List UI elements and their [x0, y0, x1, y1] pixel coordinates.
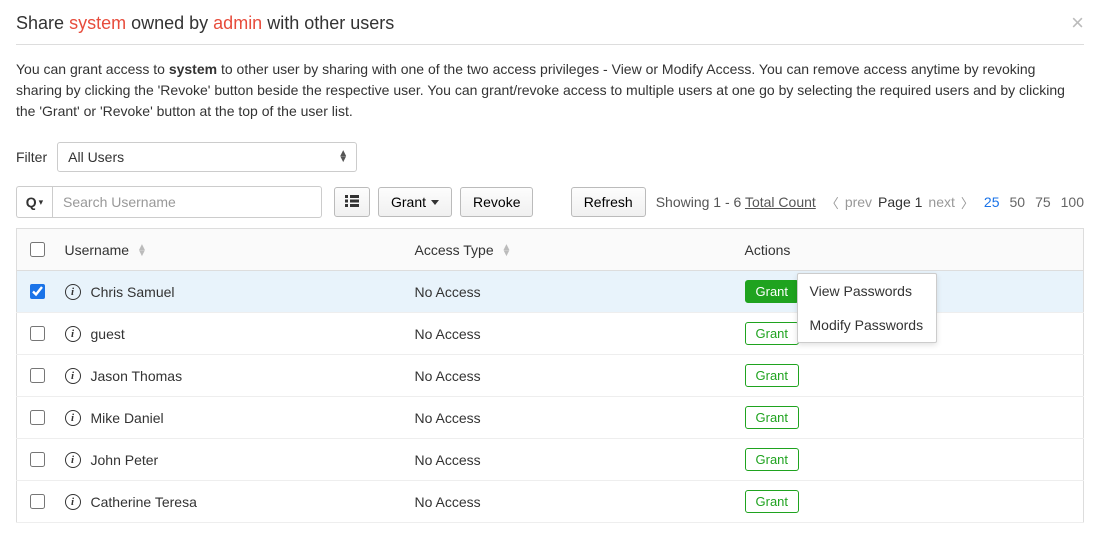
search-input[interactable]	[52, 186, 322, 218]
filter-selected-value: All Users	[68, 149, 124, 165]
search-group: Q▾	[16, 186, 322, 218]
page-size-50[interactable]: 50	[1009, 194, 1025, 210]
search-icon: Q	[26, 194, 37, 210]
info-icon[interactable]: i	[65, 452, 81, 468]
row-checkbox[interactable]	[30, 326, 45, 341]
table-row: i John Peter No Access Grant	[17, 439, 1084, 481]
row-checkbox[interactable]	[30, 410, 45, 425]
grant-row-button[interactable]: Grant	[745, 490, 800, 513]
page-size-75[interactable]: 75	[1035, 194, 1051, 210]
table-row: i Mike Daniel No Access Grant	[17, 397, 1084, 439]
username-text: guest	[91, 326, 125, 342]
grant-bulk-button[interactable]: Grant	[378, 187, 452, 217]
info-icon[interactable]: i	[65, 368, 81, 384]
grant-row-button[interactable]: Grant	[745, 448, 800, 471]
toolbar: Q▾ Grant Revoke Refresh Showing 1 - 6 To…	[16, 186, 1084, 218]
dialog-title: Share system owned by admin with other u…	[16, 13, 394, 34]
showing-range: Showing 1 - 6	[656, 194, 742, 210]
title-suffix: with other users	[267, 13, 394, 33]
col-username[interactable]: Username ▲▼	[57, 229, 407, 271]
access-type-text: No Access	[407, 313, 737, 355]
grant-row-button[interactable]: Grant	[745, 406, 800, 429]
prev-link[interactable]: prev	[845, 194, 872, 210]
access-type-text: No Access	[407, 271, 737, 313]
col-access-type[interactable]: Access Type ▲▼	[407, 229, 737, 271]
chevron-left-icon[interactable]: 〈	[826, 193, 839, 212]
next-link[interactable]: next	[928, 194, 954, 210]
sort-icon: ▲▼	[502, 245, 512, 257]
sort-icon: ▲▼	[137, 245, 147, 257]
access-type-text: No Access	[407, 481, 737, 523]
page-size-25[interactable]: 25	[984, 194, 1000, 210]
select-all-checkbox[interactable]	[30, 242, 45, 257]
select-updown-icon: ▲▼	[338, 151, 348, 163]
filter-select[interactable]: All Users ▲▼	[57, 142, 357, 172]
col-actions-label: Actions	[745, 242, 791, 258]
row-checkbox[interactable]	[30, 284, 45, 299]
grant-row-button[interactable]: Grant	[745, 322, 800, 345]
username-text: Jason Thomas	[91, 368, 183, 384]
refresh-label: Refresh	[584, 194, 633, 210]
title-middle: owned by	[131, 13, 208, 33]
table-row: i Chris Samuel No Access GrantView Password…	[17, 271, 1084, 313]
col-access-label: Access Type	[415, 242, 494, 258]
page-sizes: 25 50 75 100	[984, 194, 1084, 210]
table-row: i Jason Thomas No Access Grant	[17, 355, 1084, 397]
showing-text: Showing 1 - 6 Total Count	[656, 194, 816, 210]
chevron-right-icon[interactable]: 〉	[961, 193, 974, 212]
dialog-header: Share system owned by admin with other u…	[16, 12, 1084, 45]
desc-bold: system	[169, 61, 217, 77]
search-mode-button[interactable]: Q▾	[16, 186, 52, 218]
pager: 〈 prev Page 1 next 〉	[826, 193, 974, 212]
row-checkbox[interactable]	[30, 494, 45, 509]
col-username-label: Username	[65, 242, 130, 258]
grant-bulk-label: Grant	[391, 194, 426, 210]
username-text: John Peter	[91, 452, 159, 468]
search-caret-icon: ▾	[39, 197, 44, 208]
filter-label: Filter	[16, 149, 47, 165]
row-checkbox[interactable]	[30, 368, 45, 383]
row-checkbox[interactable]	[30, 452, 45, 467]
username-text: Mike Daniel	[91, 410, 164, 426]
info-icon[interactable]: i	[65, 494, 81, 510]
popover-view-passwords[interactable]: View Passwords	[798, 274, 936, 308]
title-owner: admin	[213, 13, 262, 33]
close-icon[interactable]: ×	[1071, 12, 1084, 34]
title-system: system	[69, 13, 126, 33]
title-prefix: Share	[16, 13, 64, 33]
toolbar-right: Refresh Showing 1 - 6 Total Count 〈 prev…	[571, 187, 1084, 217]
info-icon[interactable]: i	[65, 326, 81, 342]
filter-row: Filter All Users ▲▼	[16, 142, 1084, 172]
total-count-link[interactable]: Total Count	[745, 194, 816, 210]
username-text: Catherine Teresa	[91, 494, 197, 510]
dialog-description: You can grant access to system to other …	[16, 59, 1084, 122]
caret-down-icon	[431, 200, 439, 205]
access-type-text: No Access	[407, 355, 737, 397]
col-actions: Actions	[737, 229, 1084, 271]
grant-row-button[interactable]: Grant	[745, 364, 800, 387]
info-icon[interactable]: i	[65, 410, 81, 426]
access-type-text: No Access	[407, 439, 737, 481]
access-type-text: No Access	[407, 397, 737, 439]
refresh-button[interactable]: Refresh	[571, 187, 646, 217]
page-current: Page 1	[878, 194, 922, 210]
users-table: Username ▲▼ Access Type ▲▼ Actions i Chri…	[16, 228, 1084, 523]
list-icon	[345, 194, 359, 210]
grant-popover: View PasswordsModify Passwords	[797, 273, 937, 343]
desc-part1: You can grant access to	[16, 61, 169, 77]
page-size-100[interactable]: 100	[1061, 194, 1084, 210]
table-row: i Catherine Teresa No Access Grant	[17, 481, 1084, 523]
popover-modify-passwords[interactable]: Modify Passwords	[798, 308, 936, 342]
list-view-button[interactable]	[334, 187, 370, 217]
info-icon[interactable]: i	[65, 284, 81, 300]
revoke-bulk-label: Revoke	[473, 194, 520, 210]
grant-row-button[interactable]: Grant	[745, 280, 800, 303]
username-text: Chris Samuel	[91, 284, 175, 300]
revoke-bulk-button[interactable]: Revoke	[460, 187, 533, 217]
